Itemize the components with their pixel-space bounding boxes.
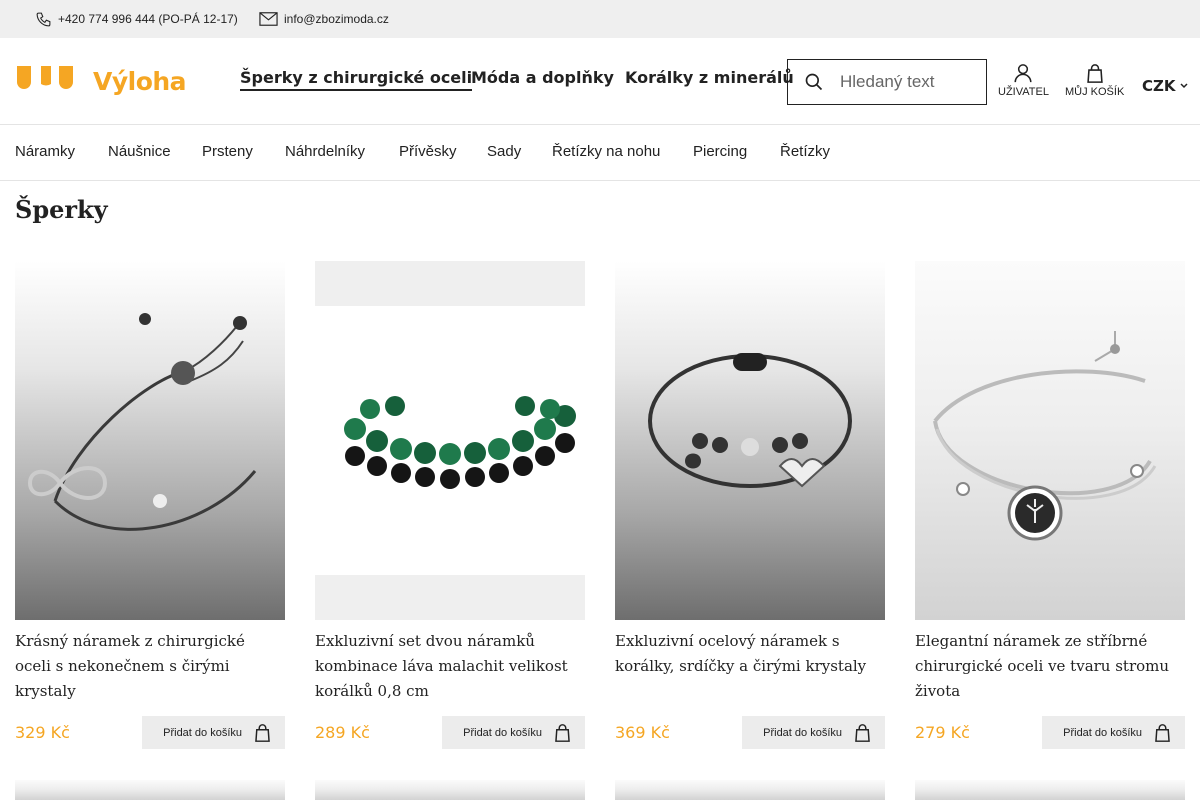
product-price: 329 Kč: [15, 723, 70, 742]
category-rings[interactable]: Prsteny: [202, 143, 253, 160]
malachite-lava-bracelet-image: [344, 396, 576, 489]
phone-icon: [36, 12, 51, 26]
search-icon[interactable]: [804, 72, 824, 92]
user-icon: [1014, 64, 1033, 83]
phone-contact[interactable]: +420 774 996 444 (PO-PÁ 12-17): [35, 0, 238, 38]
add-to-cart-button[interactable]: Přidat do košíku: [442, 716, 585, 749]
product-image[interactable]: [615, 261, 885, 620]
cart-button[interactable]: Můj košík: [1065, 64, 1124, 98]
tree-of-life-bracelet-image: [933, 331, 1157, 541]
product-price: 279 Kč: [915, 723, 970, 742]
cart-label: Můj košík: [1065, 86, 1125, 98]
category-sets[interactable]: Sady: [487, 143, 521, 160]
add-to-cart-label: Přidat do košíku: [163, 726, 242, 739]
nav-mineral-beads[interactable]: Korálky z minerálů: [625, 68, 794, 87]
product-card: Krásný náramek z chirurgické oceli s nek…: [15, 261, 285, 749]
product-name[interactable]: Exkluzivní ocelový náramek s korálky, sr…: [615, 629, 885, 679]
category-piercing[interactable]: Piercing: [693, 143, 747, 160]
product-image[interactable]: [315, 261, 585, 620]
product-card: Elegantní náramek ze stříbrné chirurgick…: [915, 261, 1185, 749]
product-name[interactable]: Exkluzivní set dvou náramků kombinace lá…: [315, 629, 585, 704]
product-image[interactable]: [915, 261, 1185, 620]
category-pendants[interactable]: Přívěsky: [399, 143, 457, 160]
top-bar: +420 774 996 444 (PO-PÁ 12-17) info@zboz…: [0, 0, 1200, 38]
user-account-button[interactable]: Uživatel: [998, 64, 1049, 98]
add-to-cart-button[interactable]: Přidat do košíku: [1042, 716, 1185, 749]
user-label: Uživatel: [998, 86, 1049, 98]
shopping-bag-icon: [1155, 723, 1170, 742]
category-necklaces[interactable]: Náhrdelníky: [285, 143, 365, 160]
logo-mark-icon: [17, 66, 73, 89]
product-image[interactable]: [15, 261, 285, 620]
add-to-cart-label: Přidat do košíku: [1063, 726, 1142, 739]
product-price: 369 Kč: [615, 723, 670, 742]
bracelet-infinity-image: [27, 313, 257, 531]
search-box: [787, 59, 987, 105]
product-card: Exkluzivní set dvou náramků kombinace lá…: [315, 261, 585, 749]
add-to-cart-button[interactable]: Přidat do košíku: [742, 716, 885, 749]
add-to-cart-label: Přidat do košíku: [763, 726, 842, 739]
product-image-next-row[interactable]: [915, 780, 1185, 800]
add-to-cart-button[interactable]: Přidat do košíku: [142, 716, 285, 749]
add-to-cart-label: Přidat do košíku: [463, 726, 542, 739]
email-contact[interactable]: info@zbozimoda.cz: [259, 0, 389, 38]
shopping-bag-icon: [255, 723, 270, 742]
product-price: 289 Kč: [315, 723, 370, 742]
category-chains[interactable]: Řetízky: [780, 143, 830, 160]
shopping-bag-icon: [555, 723, 570, 742]
product-name[interactable]: Krásný náramek z chirurgické oceli s nek…: [15, 629, 285, 704]
steel-bangle-hearts-image: [648, 353, 852, 488]
category-anklets[interactable]: Řetízky na nohu: [552, 143, 660, 160]
product-name[interactable]: Elegantní náramek ze stříbrné chirurgick…: [915, 629, 1185, 704]
product-card: Exkluzivní ocelový náramek s korálky, sr…: [615, 261, 885, 749]
nav-fashion-accessories[interactable]: Móda a doplňky: [471, 68, 614, 87]
email-address: info@zbozimoda.cz: [284, 12, 389, 26]
main-header: Výloha Šperky z chirurgické oceli Móda a…: [0, 38, 1200, 125]
currency-selector[interactable]: CZK: [1142, 77, 1188, 95]
category-bracelets[interactable]: Náramky: [15, 143, 75, 160]
phone-number: +420 774 996 444 (PO-PÁ 12-17): [58, 12, 238, 26]
currency-value: CZK: [1142, 77, 1176, 95]
mail-icon: [259, 12, 278, 26]
product-image-next-row[interactable]: [315, 780, 585, 800]
shopping-bag-icon: [1086, 64, 1103, 83]
search-input[interactable]: [840, 72, 970, 92]
category-earrings[interactable]: Náušnice: [108, 143, 171, 160]
page-title: Šperky: [15, 195, 108, 224]
logo-text: Výloha: [93, 66, 187, 96]
product-image-next-row[interactable]: [15, 780, 285, 800]
shopping-bag-icon: [855, 723, 870, 742]
product-image-next-row[interactable]: [615, 780, 885, 800]
logo[interactable]: Výloha: [15, 66, 187, 96]
nav-surgical-steel-jewelry[interactable]: Šperky z chirurgické oceli: [240, 68, 473, 91]
chevron-down-icon: [1179, 83, 1188, 89]
category-nav: Náramky Náušnice Prsteny Náhrdelníky Pří…: [0, 126, 1200, 181]
